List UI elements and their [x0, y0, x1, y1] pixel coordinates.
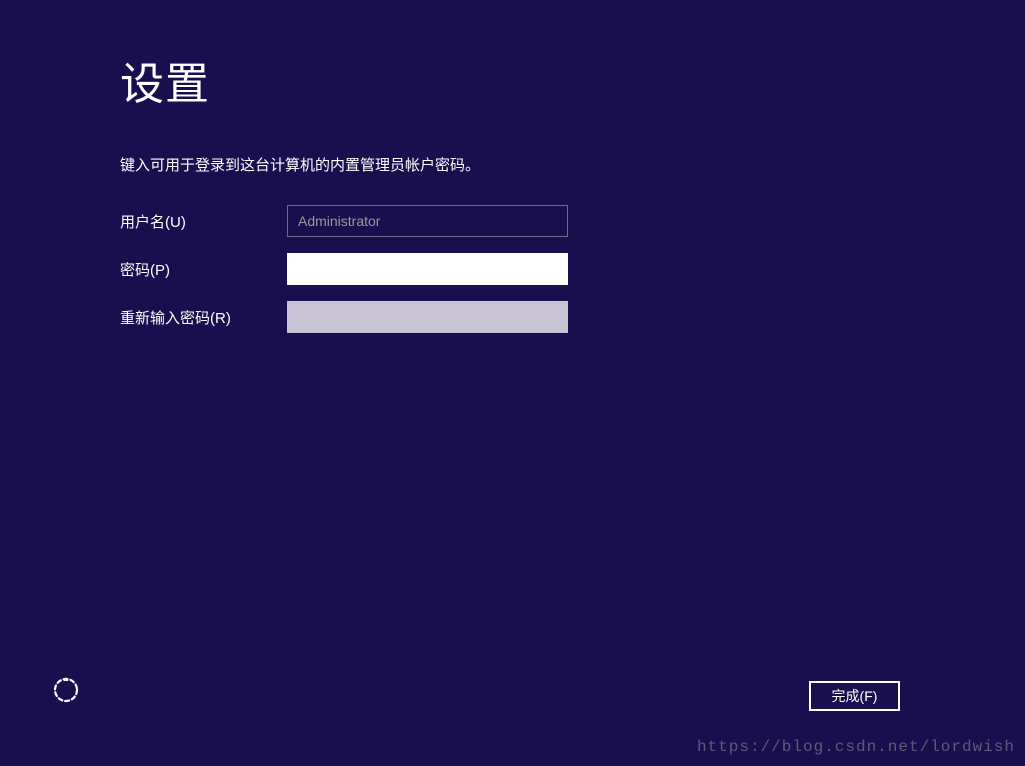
ease-of-access-icon[interactable]: [52, 676, 80, 704]
page-title: 设置: [120, 48, 1025, 112]
confirm-password-label: 重新输入密码(R): [120, 307, 287, 328]
watermark-text: https://blog.csdn.net/lordwish: [697, 738, 1015, 756]
settings-container: 设置 键入可用于登录到这台计算机的内置管理员帐户密码。 用户名(U) 密码(P)…: [0, 0, 1025, 333]
username-input: [287, 205, 568, 237]
page-description: 键入可用于登录到这台计算机的内置管理员帐户密码。: [120, 154, 1025, 175]
password-row: 密码(P): [120, 253, 1025, 285]
username-label: 用户名(U): [120, 211, 287, 232]
confirm-password-input[interactable]: [287, 301, 568, 333]
username-row: 用户名(U): [120, 205, 1025, 237]
password-input[interactable]: [287, 253, 568, 285]
confirm-password-row: 重新输入密码(R): [120, 301, 1025, 333]
password-label: 密码(P): [120, 259, 287, 280]
finish-button[interactable]: 完成(F): [809, 681, 900, 711]
